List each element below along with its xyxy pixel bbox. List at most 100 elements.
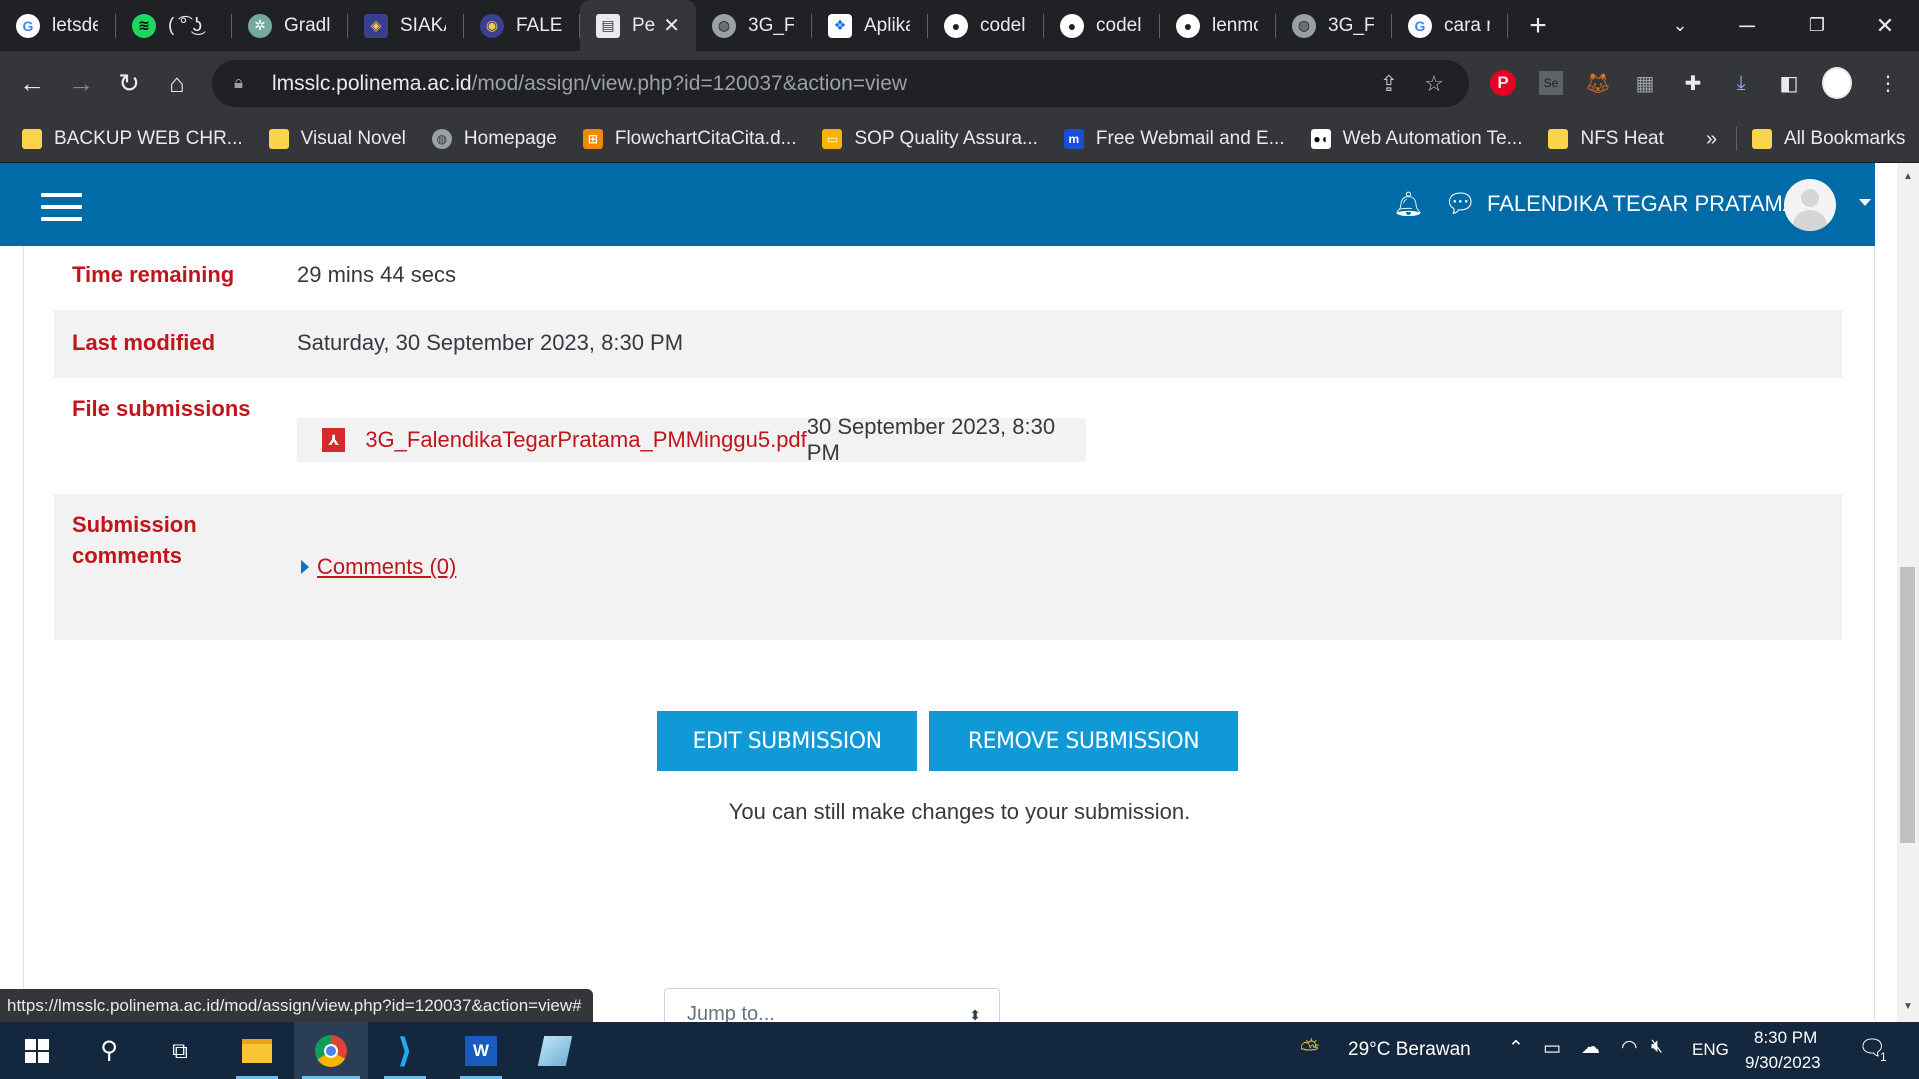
submitted-file: ⅄ 3G_FalendikaTegarPratama_PMMinggu5.pdf… (297, 414, 1086, 465)
mailcom-icon: m (1063, 128, 1084, 149)
bookmark-free-webmail[interactable]: m Free Webmail and E... (1063, 128, 1285, 150)
bookmark-star-icon[interactable]: ☆ (1420, 70, 1448, 98)
close-tab-icon[interactable]: ✕ (663, 13, 680, 38)
battery-icon[interactable]: ▭ (1543, 1037, 1561, 1060)
bookmark-homepage[interactable]: ◍ Homepage (431, 128, 557, 150)
tab-siakad[interactable]: ◈ SIAKAD (348, 0, 464, 51)
tab-spotify[interactable]: ≋ ( ͡° ͜ʖ (116, 0, 232, 51)
user-name[interactable]: FALENDIKA TEGAR PRATAMA (1487, 191, 1798, 217)
bookmark-web-automation[interactable]: ●◖ Web Automation Te... (1310, 128, 1522, 150)
jump-to-select[interactable]: Jump to... ⬍ (664, 988, 1000, 1022)
home-button[interactable]: ⌂ (157, 63, 197, 103)
messages-icon[interactable]: 💬︎ (1444, 188, 1477, 219)
bookmarks-bar: BACKUP WEB CHR... Visual Novel ◍ Homepage… (0, 115, 1919, 163)
all-bookmarks-button[interactable]: All Bookmarks (1752, 115, 1905, 163)
last-modified-row: Last modified Saturday, 30 September 202… (54, 310, 1842, 378)
scrollbar-thumb[interactable] (1900, 567, 1915, 843)
scroll-down-icon[interactable]: ▼ (1903, 1001, 1913, 1012)
chrome-menu-icon[interactable]: ⋮ (1873, 68, 1903, 98)
tab-lenmor[interactable]: ● lenmor (1160, 0, 1276, 51)
notification-bell-icon[interactable]: 🔔︎ (1393, 190, 1423, 219)
tab-search-icon[interactable]: ⌄ (1645, 0, 1715, 51)
hamburger-menu-icon[interactable] (41, 193, 82, 221)
tab-cara-m[interactable]: G cara m (1392, 0, 1508, 51)
globe-icon: ◍ (1292, 13, 1316, 38)
tab-current[interactable]: ▤ Pe ✕ (580, 0, 696, 51)
tab-3g-fal-2[interactable]: ◍ 3G_Fal (1276, 0, 1392, 51)
weather-icon[interactable]: ⛅︎ (1300, 1036, 1319, 1064)
chrome-taskbar-icon[interactable] (294, 1022, 368, 1079)
reload-button[interactable]: ↻ (109, 63, 149, 103)
github-icon: ● (1176, 13, 1200, 38)
tab-3g-fal-1[interactable]: ◍ 3G_Fal (696, 0, 812, 51)
bookmark-nfs-heat[interactable]: NFS Heat (1548, 128, 1664, 150)
extension-box-icon[interactable]: ▦ (1630, 68, 1660, 98)
volume-muted-icon[interactable]: 🔇︎ (1651, 1036, 1663, 1058)
github-icon: ● (1060, 13, 1084, 38)
weather-text[interactable]: 29°C Berawan (1348, 1039, 1471, 1061)
time-remaining-label: Time remaining (72, 262, 235, 287)
folder-icon (1752, 129, 1772, 149)
user-avatar[interactable] (1784, 179, 1836, 231)
tab-aplikasi[interactable]: ❖ Aplikas (812, 0, 928, 51)
show-hidden-icons[interactable]: ⌃ (1508, 1037, 1524, 1060)
side-panel-icon[interactable]: ◧ (1774, 68, 1804, 98)
new-tab-button[interactable]: + (1508, 0, 1568, 51)
tab-gradle[interactable]: ✲ Gradle (232, 0, 348, 51)
remove-submission-button[interactable]: REMOVE SUBMISSION (929, 711, 1238, 771)
file-explorer-icon[interactable] (220, 1022, 294, 1079)
pinterest-icon[interactable]: P (1488, 68, 1518, 98)
metamask-icon[interactable]: 🦊︎ (1583, 68, 1613, 98)
tab-codelab-1[interactable]: ● codelal (928, 0, 1044, 51)
scroll-up-icon[interactable]: ▲ (1903, 171, 1913, 182)
tab-letsdefend[interactable]: G letsdefe (0, 0, 116, 51)
tab-codelab-2[interactable]: ● codelal (1044, 0, 1160, 51)
moodle-icon: ▤ (596, 13, 620, 38)
page-scrollbar[interactable]: ▲ ▼ (1897, 163, 1919, 1022)
user-menu-caret-icon[interactable] (1859, 199, 1871, 206)
minimize-button[interactable]: ─ (1712, 0, 1782, 51)
tab-faleni[interactable]: ◉ FALENI (464, 0, 580, 51)
time-remaining-row: Time remaining 29 mins 44 secs (54, 246, 1842, 310)
extensions-puzzle-icon[interactable]: ✚ (1678, 68, 1708, 98)
address-bar[interactable]: 🔒︎ lmsslc.polinema.ac.id/mod/assign/view… (212, 60, 1469, 107)
bookmark-visual-novel[interactable]: Visual Novel (268, 128, 406, 150)
search-icon[interactable]: ⚲ (72, 1022, 146, 1079)
restore-button[interactable]: ❐ (1782, 0, 1852, 51)
bookmark-sop-quality[interactable]: ▭ SOP Quality Assura... (822, 128, 1038, 150)
back-button[interactable]: ← (12, 63, 52, 103)
edit-submission-button[interactable]: EDIT SUBMISSION (657, 711, 917, 771)
windows-start-icon[interactable] (0, 1022, 74, 1079)
word-icon[interactable]: W (444, 1022, 518, 1079)
forward-button[interactable]: → (61, 63, 101, 103)
task-view-icon[interactable]: ⧉ (143, 1022, 217, 1079)
bookmarks-separator (1736, 127, 1737, 151)
notes-app-icon[interactable] (518, 1022, 592, 1079)
download-icon[interactable]: ⤓ (1726, 68, 1756, 98)
last-modified-label: Last modified (72, 330, 216, 355)
selenium-extension-icon[interactable]: Se (1536, 68, 1566, 98)
lms-header: 🔔︎ 💬︎ FALENDIKA TEGAR PRATAMA (0, 163, 1875, 246)
bookmarks-overflow-button[interactable]: » (1706, 115, 1717, 163)
comments-link[interactable]: Comments (0) (317, 554, 456, 580)
globe-icon: ◍ (712, 13, 736, 38)
close-window-button[interactable]: ✕ (1850, 0, 1919, 51)
onedrive-error-icon[interactable]: ☁︎ (1581, 1036, 1600, 1059)
clock-time[interactable]: 8:30 PM (1754, 1028, 1817, 1048)
bookmark-flowchart[interactable]: ⊞ FlowchartCitaCita.d... (582, 128, 796, 150)
vscode-icon[interactable]: ⟩ (368, 1022, 442, 1079)
last-modified-value: Saturday, 30 September 2023, 8:30 PM (297, 330, 684, 355)
url-text[interactable]: lmsslc.polinema.ac.id/mod/assign/view.ph… (272, 72, 907, 96)
share-icon[interactable]: ⇪ (1375, 70, 1403, 98)
bookmark-backup-web[interactable]: BACKUP WEB CHR... (22, 128, 243, 150)
lock-icon[interactable]: 🔒︎ (234, 73, 250, 95)
wifi-icon[interactable]: ◠ (1621, 1036, 1638, 1059)
clock-date[interactable]: 9/30/2023 (1745, 1053, 1821, 1073)
google-icon: G (16, 13, 40, 38)
submitted-file-link[interactable]: 3G_FalendikaTegarPratama_PMMinggu5.pdf (365, 427, 806, 453)
expand-triangle-icon[interactable] (301, 560, 309, 574)
language-indicator[interactable]: ENG (1692, 1040, 1729, 1060)
profile-avatar[interactable] (1822, 67, 1852, 99)
comments-toggle[interactable]: Comments (0) (301, 554, 456, 580)
google-icon: G (1408, 13, 1432, 38)
